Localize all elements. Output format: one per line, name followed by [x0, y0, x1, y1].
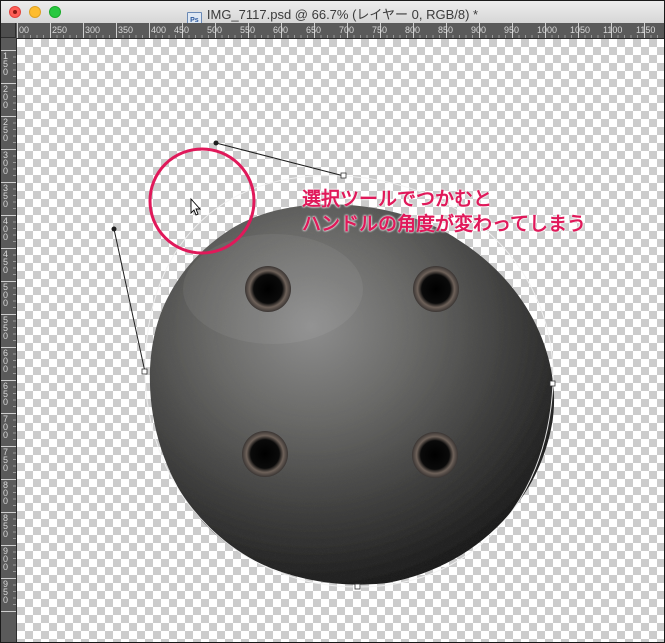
ruler-top-label: 550	[240, 25, 256, 35]
ruler-top-label: 500	[207, 25, 223, 35]
ruler-left-label: 350	[3, 183, 9, 209]
ruler-left-label: 300	[3, 150, 9, 176]
window-title-text: IMG_7117.psd @ 66.7% (レイヤー 0, RGB/8) *	[206, 7, 479, 22]
iron-ball-object	[149, 204, 555, 585]
document-canvas[interactable]: 選択ツールでつかむと ハンドルの角度が変わってしまう	[17, 39, 664, 642]
horizontal-ruler[interactable]: 00 250 300 350 400 450 500 550 600 650 7…	[1, 23, 664, 39]
anchor-point[interactable]	[340, 172, 347, 179]
ruler-left-label: 450	[3, 249, 9, 275]
ruler-top-label: 00	[19, 25, 30, 35]
ruler-left-label: 400	[3, 216, 9, 242]
ruler-top-label: 750	[372, 25, 388, 35]
ruler-top-label: 300	[85, 25, 101, 35]
ruler-left-label: 650	[3, 381, 9, 407]
ruler-top-label: 850	[438, 25, 454, 35]
ruler-left-label: 900	[3, 546, 9, 572]
ruler-top-label: 700	[339, 25, 355, 35]
ruler-top-label: 800	[405, 25, 421, 35]
ruler-left-label: 800	[3, 480, 9, 506]
ball-hole	[242, 431, 288, 477]
ruler-top-label: 250	[52, 25, 68, 35]
ruler-top-label: 350	[118, 25, 134, 35]
photoshop-document-window: Ps IMG_7117.psd @ 66.7% (レイヤー 0, RGB/8) *	[0, 0, 665, 643]
handle-point[interactable]	[111, 226, 117, 232]
ruler-top-label: 400	[151, 25, 167, 35]
ruler-left-label: 500	[3, 282, 9, 308]
canvas-artwork	[111, 140, 556, 590]
ruler-top-label: 1150	[636, 25, 656, 35]
ruler-top-label: 1050	[570, 25, 591, 35]
ball-hole	[245, 266, 291, 312]
selection-arrow-cursor	[190, 197, 202, 216]
ruler-top-label: 950	[504, 25, 520, 35]
ruler-left-label: 750	[3, 447, 9, 473]
annotation-line-2: ハンドルの角度が変わってしまう	[302, 213, 587, 235]
ruler-top-label: 650	[306, 25, 322, 35]
anchor-point[interactable]	[354, 583, 361, 590]
vertical-ruler[interactable]: 150 200 250 300 350 400 450 500 550 600 …	[1, 38, 17, 642]
ruler-left-label: 550	[3, 315, 9, 341]
ruler-top-label: 900	[471, 25, 487, 35]
annotation-line-1: 選択ツールでつかむと	[302, 188, 493, 210]
anchor-point[interactable]	[141, 368, 148, 375]
ball-hole	[412, 432, 458, 478]
ruler-top-label: 1100	[603, 25, 623, 35]
highlight-circle	[148, 147, 256, 255]
ruler-left-label: 250	[3, 117, 9, 143]
horizontal-ruler-ticks	[17, 23, 658, 38]
ruler-left-label: 150	[3, 51, 9, 77]
annotation-text: 選択ツールでつかむと ハンドルの角度が変わってしまう	[302, 187, 586, 237]
handle-point[interactable]	[213, 140, 219, 146]
ruler-top-label: 1000	[537, 25, 558, 35]
anchor-point[interactable]	[549, 380, 556, 387]
ball-hole	[413, 266, 459, 312]
ruler-left-label: 200	[3, 84, 9, 110]
ruler-left-label: 700	[3, 414, 9, 440]
ruler-origin-corner[interactable]	[1, 23, 16, 38]
ruler-left-label: 950	[3, 579, 9, 605]
ruler-top-label: 600	[273, 25, 289, 35]
title-bar[interactable]: Ps IMG_7117.psd @ 66.7% (レイヤー 0, RGB/8) *	[1, 1, 664, 29]
ruler-left-label: 600	[3, 348, 9, 374]
ruler-left-label: 850	[3, 513, 9, 539]
ruler-top-label: 450	[174, 25, 190, 35]
